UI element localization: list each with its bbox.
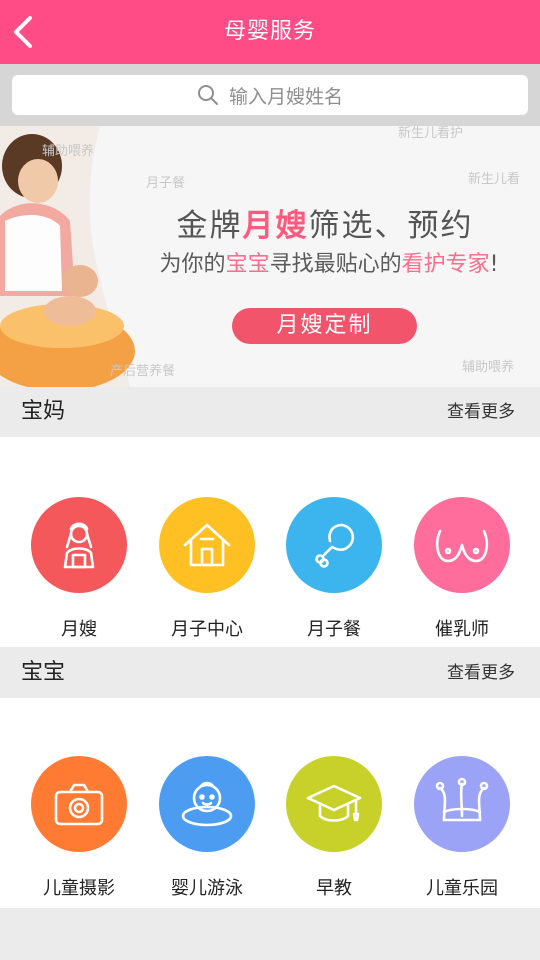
service-nanny[interactable]: 月嫂 bbox=[24, 497, 134, 641]
watermark-text: 新生儿看护 bbox=[398, 126, 464, 141]
watermark-text: 辅助喂养 bbox=[42, 144, 95, 159]
banner-headline: 金牌月嫂筛选、预约 bbox=[176, 208, 474, 244]
promo-banner[interactable]: 新生儿看护 月子餐 新生儿看 辅助喂养 产后营养餐 辅助喂养 金牌月嫂筛选、预约… bbox=[0, 126, 540, 387]
service-baby-swim[interactable]: 婴儿游泳 bbox=[152, 756, 262, 900]
service-lactation[interactable]: 催乳师 bbox=[407, 497, 517, 641]
baby-services-grid: 儿童摄影 婴儿游泳 早教 儿童乐园 bbox=[0, 698, 540, 908]
baby-swim-icon bbox=[159, 756, 255, 852]
service-confinement-meal[interactable]: 月子餐 bbox=[279, 497, 389, 641]
service-label: 月嫂 bbox=[61, 619, 97, 640]
service-label: 早教 bbox=[316, 878, 352, 899]
service-label: 月子中心 bbox=[171, 619, 243, 640]
section-title: 宝宝 bbox=[21, 660, 66, 685]
service-label: 儿童摄影 bbox=[43, 878, 115, 899]
service-label: 月子餐 bbox=[307, 619, 361, 640]
watermark-text: 辅助喂养 bbox=[462, 360, 515, 375]
service-kids-park[interactable]: 儿童乐园 bbox=[407, 756, 517, 900]
search-placeholder: 输入月嫂姓名 bbox=[228, 85, 343, 108]
service-confinement-center[interactable]: 月子中心 bbox=[152, 497, 262, 641]
drumstick-icon bbox=[286, 497, 382, 593]
jester-hat-icon bbox=[414, 756, 510, 852]
search-input[interactable]: 输入月嫂姓名 bbox=[12, 75, 528, 115]
section-header-mom: 宝妈 查看更多 bbox=[0, 387, 540, 437]
service-early-education[interactable]: 早教 bbox=[279, 756, 389, 900]
graduation-cap-icon bbox=[286, 756, 382, 852]
watermark-text: 产后营养餐 bbox=[110, 364, 176, 379]
mom-services-grid: 月嫂 月子中心 月子餐 催乳师 bbox=[0, 437, 540, 647]
section-header-baby: 宝宝 查看更多 bbox=[0, 648, 540, 698]
search-bar: 输入月嫂姓名 bbox=[0, 64, 540, 126]
page-title: 母婴服务 bbox=[223, 19, 316, 44]
service-label: 儿童乐园 bbox=[426, 878, 498, 899]
nanny-custom-button[interactable]: 月嫂定制 bbox=[232, 308, 417, 344]
service-label: 催乳师 bbox=[435, 619, 489, 640]
watermark-text: 新生儿看 bbox=[468, 172, 521, 187]
banner-subline: 为你的宝宝寻找最贴心的看护专家! bbox=[159, 252, 499, 277]
section-title: 宝妈 bbox=[21, 399, 66, 424]
view-more-link[interactable]: 查看更多 bbox=[447, 648, 515, 698]
camera-icon bbox=[31, 756, 127, 852]
service-label: 婴儿游泳 bbox=[171, 878, 243, 899]
watermark-text: 月子餐 bbox=[146, 176, 186, 191]
nanny-icon bbox=[31, 497, 127, 593]
service-kids-photo[interactable]: 儿童摄影 bbox=[24, 756, 134, 900]
house-icon bbox=[159, 497, 255, 593]
view-more-link[interactable]: 查看更多 bbox=[447, 387, 515, 437]
top-bar: 母婴服务 bbox=[0, 0, 540, 64]
search-icon bbox=[197, 85, 218, 105]
breast-icon bbox=[414, 497, 510, 593]
